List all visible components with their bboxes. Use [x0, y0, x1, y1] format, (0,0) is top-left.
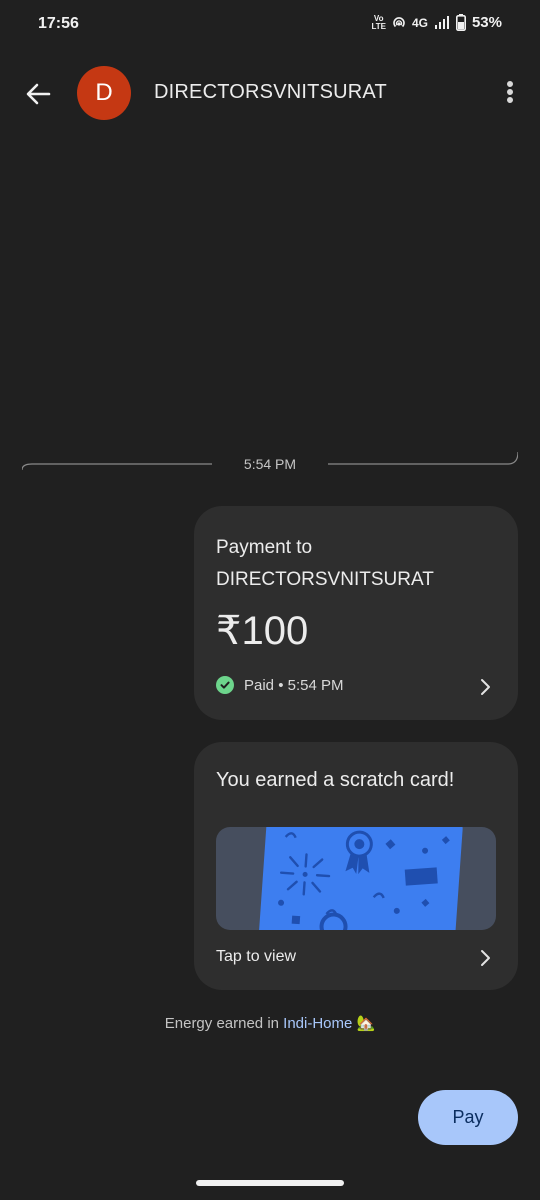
back-button[interactable]: [22, 78, 54, 110]
house-emoji-icon: 🏡: [356, 1015, 376, 1032]
payment-card[interactable]: Payment to DIRECTORSVNITSURAT ₹100 Paid …: [194, 506, 518, 720]
gesture-navigation-bar[interactable]: [196, 1180, 344, 1186]
more-vert-icon[interactable]: [502, 76, 518, 108]
battery-percent: 53%: [471, 14, 502, 31]
scratch-card-title: You earned a scratch card!: [216, 769, 455, 791]
status-bar: 17:56 Vo LTE 4G 53%: [0, 0, 540, 50]
status-icons: Vo LTE 4G 53%: [371, 14, 502, 31]
scratch-card[interactable]: You earned a scratch card! Tap to view: [194, 742, 518, 990]
pay-button[interactable]: Pay: [418, 1090, 518, 1145]
scratch-card-image[interactable]: [216, 812, 496, 932]
app-bar: D DIRECTORSVNITSURAT: [0, 62, 540, 124]
energy-prefix: Energy earned in: [164, 1015, 284, 1032]
tap-to-view-link[interactable]: Tap to view: [216, 948, 296, 966]
avatar[interactable]: D: [77, 66, 131, 120]
energy-earned-note: Energy earned in Indi-Home 🏡: [0, 1014, 540, 1032]
hotspot-icon: [393, 16, 405, 27]
chevron-right-icon[interactable]: [478, 949, 492, 967]
status-time: 17:56: [38, 15, 79, 32]
payment-title: Payment to DIRECTORSVNITSURAT: [216, 537, 434, 590]
network-type: 4G: [411, 15, 428, 30]
payment-status-text: Paid • 5:54 PM: [244, 676, 344, 694]
indi-home-link[interactable]: Indi-Home: [283, 1015, 352, 1032]
check-circle-icon: [216, 676, 234, 694]
divider-time: 5:54 PM: [243, 456, 297, 472]
chevron-right-icon[interactable]: [478, 678, 492, 696]
arrow-back-icon[interactable]: [22, 78, 54, 110]
more-options-button[interactable]: [502, 76, 518, 108]
signal-icon: [434, 15, 449, 29]
payment-status: Paid • 5:54 PM: [216, 676, 343, 694]
contact-name[interactable]: DIRECTORSVNITSURAT: [154, 81, 387, 104]
volte-icon: Vo LTE: [371, 13, 386, 31]
battery-icon: [455, 14, 466, 31]
payment-amount: ₹100: [216, 609, 309, 653]
